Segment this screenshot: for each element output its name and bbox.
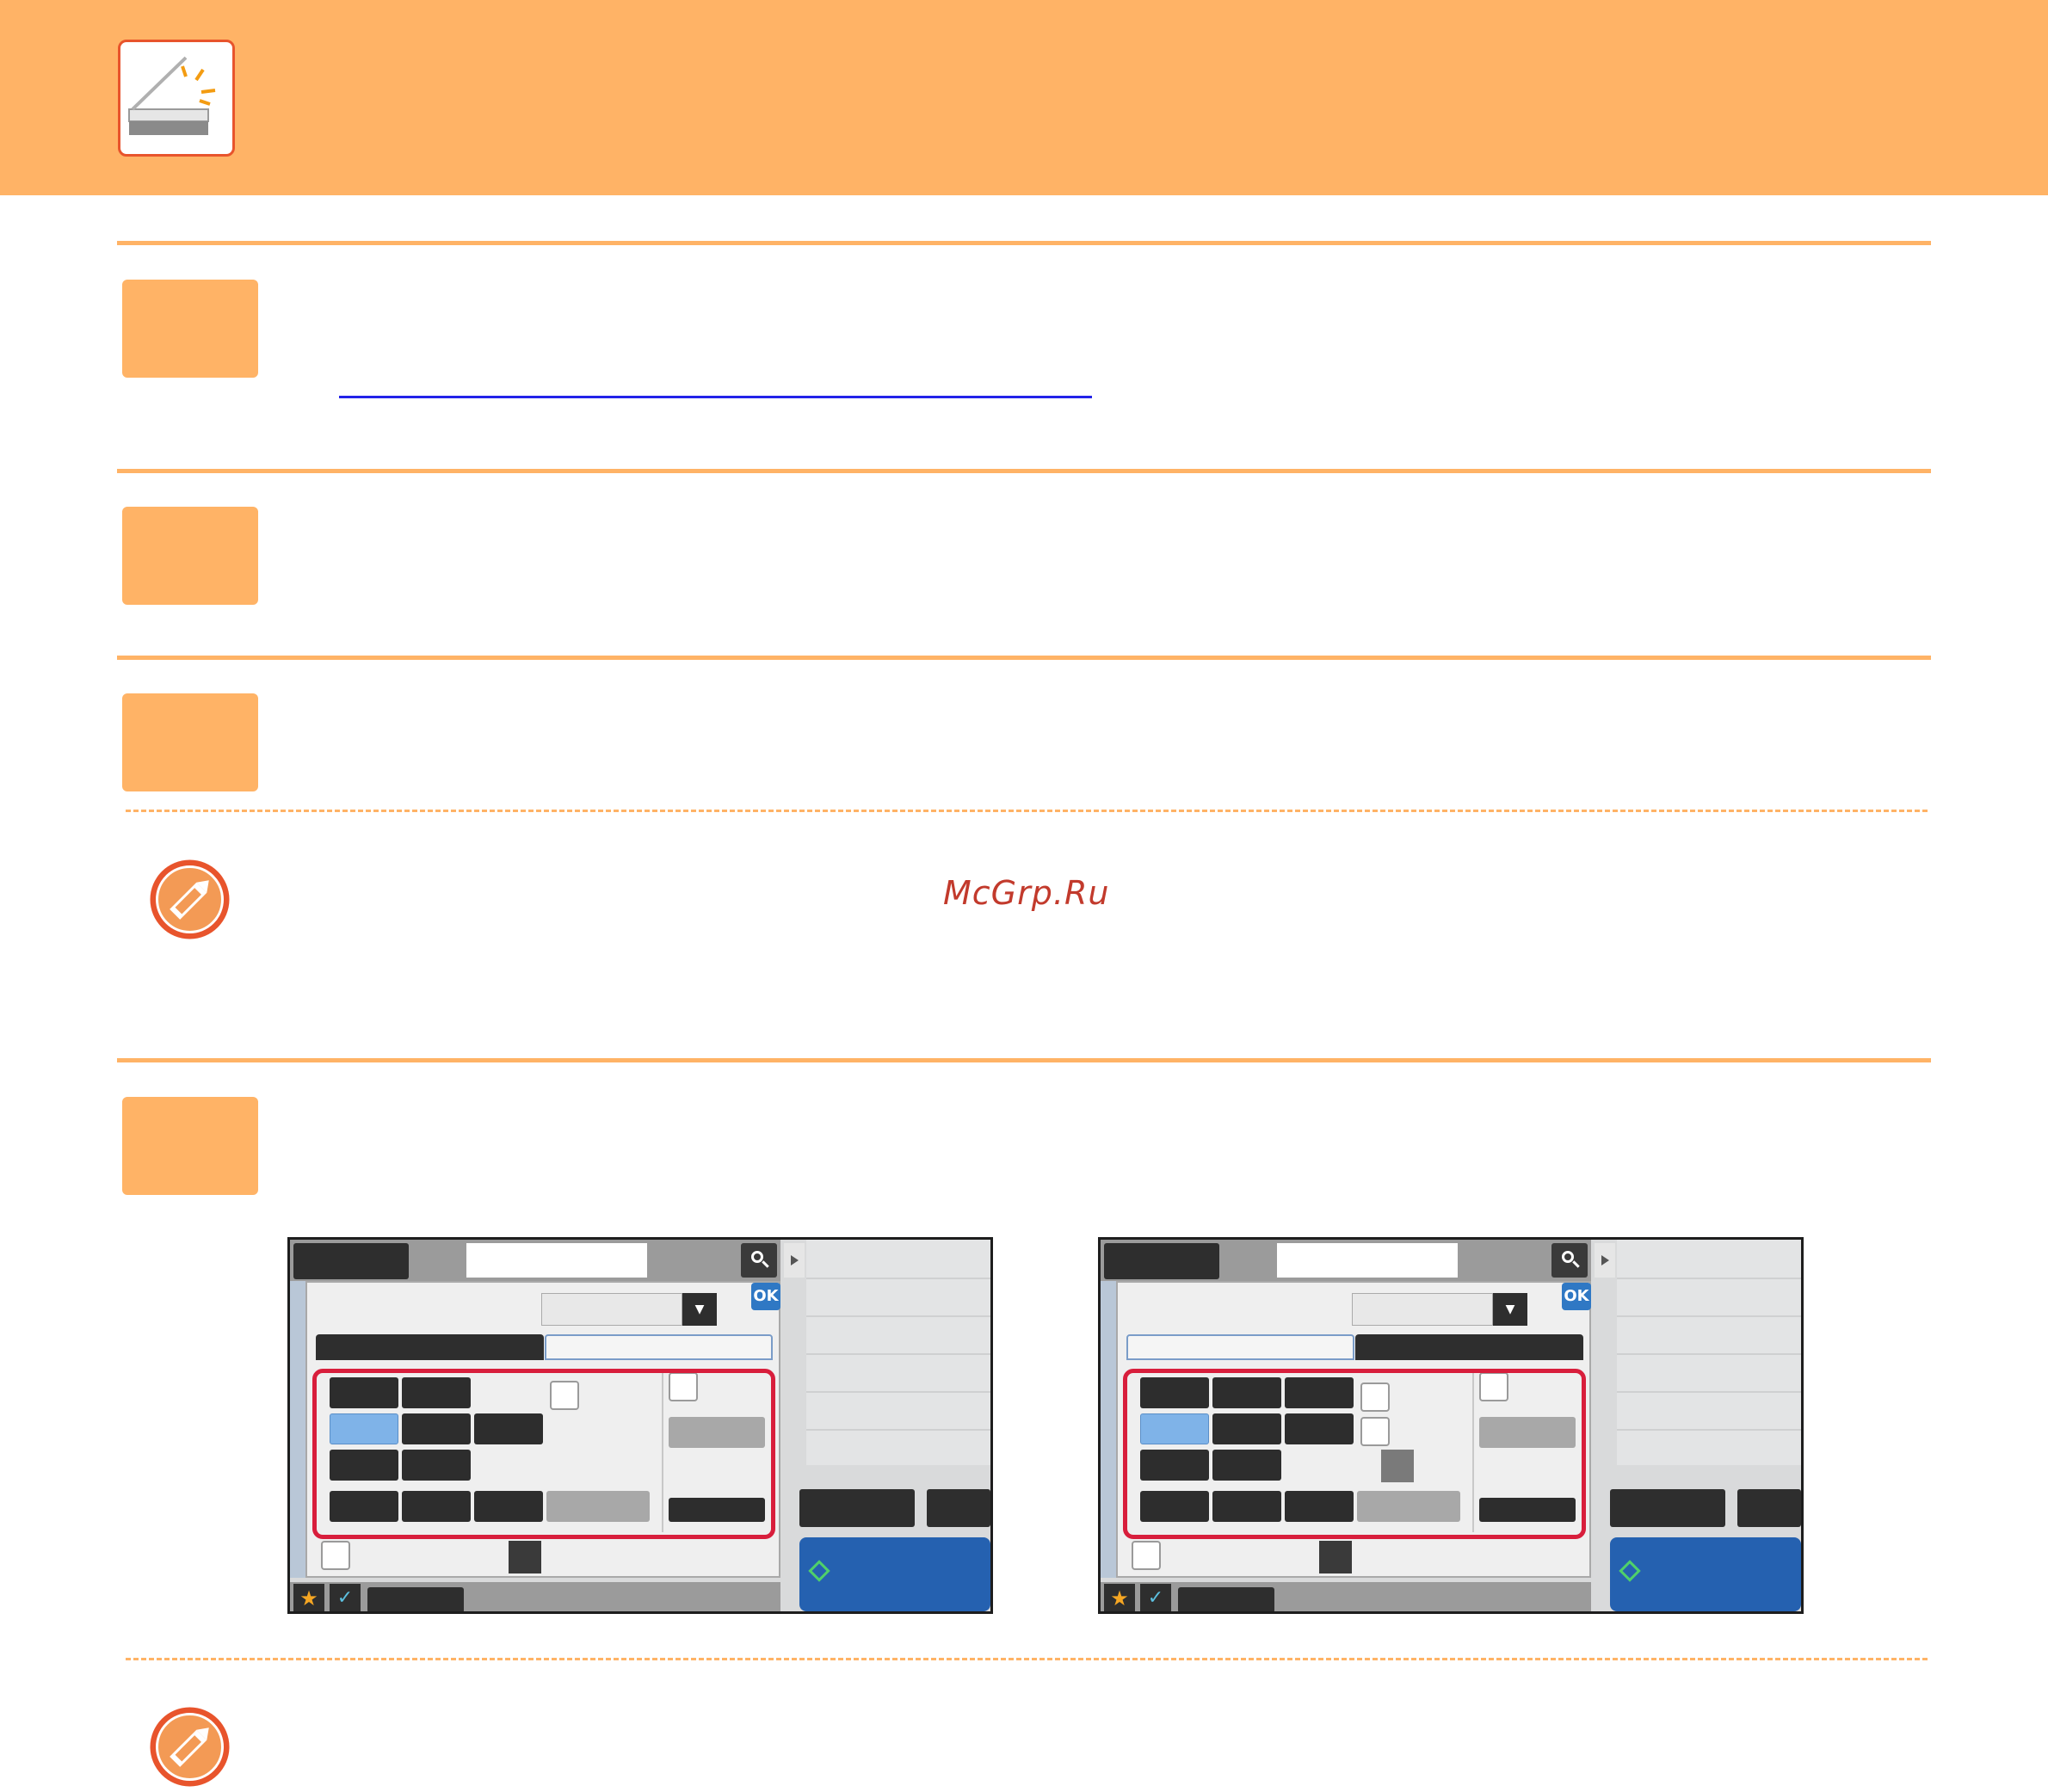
side-button[interactable] <box>927 1489 990 1527</box>
side-strip <box>1101 1281 1116 1578</box>
dropdown-field[interactable] <box>1352 1293 1493 1326</box>
mode-button[interactable] <box>1104 1243 1219 1279</box>
right-panel-row <box>806 1278 990 1279</box>
expand-arrow-icon[interactable] <box>1595 1243 1615 1278</box>
bottom-square-button[interactable] <box>1319 1541 1352 1573</box>
search-field[interactable] <box>1277 1243 1458 1278</box>
tab-left[interactable] <box>1126 1334 1354 1360</box>
side-strip <box>290 1281 305 1578</box>
right-panel <box>1617 1240 1801 1465</box>
pencil-note-icon <box>148 1705 231 1789</box>
check-icon[interactable]: ✓ <box>330 1584 361 1611</box>
highlight-frame <box>312 1369 775 1539</box>
right-panel-row <box>806 1315 990 1317</box>
step-number-box <box>122 280 258 378</box>
right-panel <box>806 1240 990 1465</box>
expand-arrow-icon[interactable] <box>784 1243 805 1278</box>
bottom-square-button[interactable] <box>509 1541 541 1573</box>
step-number-box <box>122 693 258 791</box>
preview-button[interactable] <box>1610 1489 1725 1527</box>
bottom-bar <box>1101 1582 1591 1611</box>
right-panel-row <box>1617 1278 1801 1279</box>
bottom-bar-button[interactable] <box>367 1587 464 1611</box>
bottom-checkbox[interactable] <box>1132 1541 1161 1570</box>
search-field[interactable] <box>466 1243 647 1278</box>
right-panel-row <box>806 1391 990 1393</box>
step-number-box <box>122 1097 258 1195</box>
dropdown-arrow-icon[interactable]: ▼ <box>682 1293 717 1326</box>
tab-right[interactable] <box>1355 1334 1583 1360</box>
start-diamond-icon <box>1619 1560 1641 1582</box>
bottom-bar <box>290 1582 780 1611</box>
ok-button[interactable]: OK <box>1562 1283 1591 1310</box>
start-diamond-icon <box>808 1560 830 1582</box>
header-band <box>0 0 2048 195</box>
side-button[interactable] <box>1737 1489 1801 1527</box>
section-rule <box>117 1058 1931 1062</box>
reference-link[interactable] <box>339 396 1092 398</box>
watermark-text: McGrp.Ru <box>943 874 1110 912</box>
start-button[interactable] <box>799 1537 990 1611</box>
preview-button[interactable] <box>799 1489 915 1527</box>
section-rule <box>117 241 1931 245</box>
search-icon[interactable] <box>741 1243 777 1278</box>
right-panel-row <box>1617 1353 1801 1355</box>
tab-right[interactable] <box>545 1334 773 1360</box>
pencil-note-icon <box>148 858 231 941</box>
scanner-icon <box>118 40 235 157</box>
note-divider <box>126 810 1928 812</box>
highlight-frame <box>1123 1369 1586 1539</box>
right-panel-row <box>1617 1391 1801 1393</box>
note-divider <box>126 1658 1928 1660</box>
touch-panel-screenshot: OK ▼ ★ ✓ <box>287 1237 993 1614</box>
search-icon[interactable] <box>1551 1243 1588 1278</box>
tab-left[interactable] <box>316 1334 544 1360</box>
star-icon[interactable]: ★ <box>1104 1584 1135 1611</box>
bottom-bar-button[interactable] <box>1178 1587 1274 1611</box>
dropdown-field[interactable] <box>541 1293 682 1326</box>
dropdown-arrow-icon[interactable]: ▼ <box>1493 1293 1527 1326</box>
right-panel-row <box>806 1429 990 1431</box>
section-rule <box>117 656 1931 660</box>
touch-panel-screenshot: OK ▼ ★ ✓ <box>1098 1237 1804 1614</box>
mode-button[interactable] <box>293 1243 409 1279</box>
ok-button[interactable]: OK <box>751 1283 780 1310</box>
right-panel-row <box>806 1353 990 1355</box>
section-rule <box>117 469 1931 473</box>
star-icon[interactable]: ★ <box>293 1584 324 1611</box>
right-panel-row <box>1617 1315 1801 1317</box>
right-panel-row <box>1617 1429 1801 1431</box>
bottom-checkbox[interactable] <box>321 1541 350 1570</box>
check-icon[interactable]: ✓ <box>1140 1584 1171 1611</box>
step-number-box <box>122 507 258 605</box>
start-button[interactable] <box>1610 1537 1801 1611</box>
